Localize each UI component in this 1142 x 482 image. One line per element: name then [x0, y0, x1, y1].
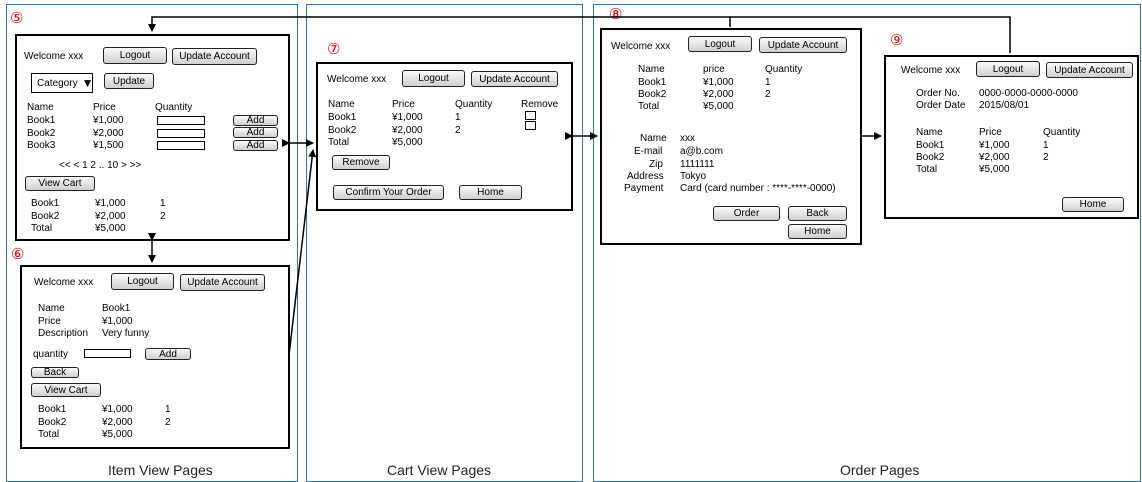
flow-arrows	[148, 16, 1011, 356]
arrow-8-5	[148, 16, 731, 32]
arrow-6-7	[288, 149, 317, 356]
arrow-9-5	[730, 16, 1011, 53]
